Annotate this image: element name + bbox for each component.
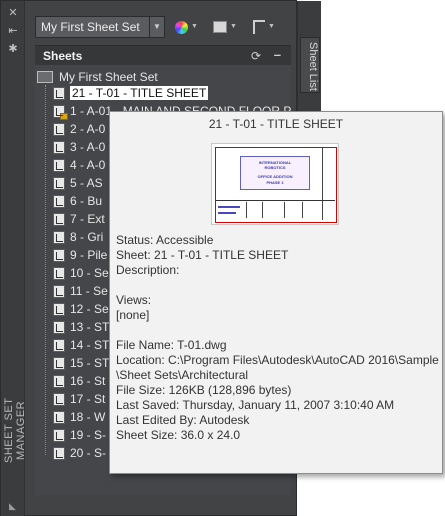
properties-icon[interactable]: ✱ bbox=[6, 43, 20, 55]
plot-button[interactable]: ▼ bbox=[213, 19, 237, 35]
tree-item-label: 19 - S- bbox=[70, 428, 107, 442]
sheet-icon bbox=[53, 338, 65, 352]
tooltip-location-line-1: Location: C:\Program Files\Autodesk\Auto… bbox=[116, 353, 439, 367]
auto-hide-icon[interactable]: ⇤ bbox=[6, 25, 20, 37]
resize-grip-icon[interactable]: ◣ bbox=[9, 501, 16, 512]
refresh-icon[interactable]: ⟳ bbox=[251, 49, 261, 63]
palette-title: SHEET SET MANAGER bbox=[3, 397, 27, 463]
tree-item-sheet[interactable]: 21 - T-01 - TITLE SHEET bbox=[53, 85, 289, 101]
tooltip-sheet-size: Sheet Size: 36.0 x 24.0 bbox=[116, 428, 241, 442]
tree-item-label: 4 - A-0 bbox=[70, 158, 106, 172]
thumbnail-detail-line bbox=[218, 206, 240, 208]
tooltip-views-label: Views: bbox=[116, 293, 152, 307]
close-icon[interactable]: ✕ bbox=[6, 7, 20, 19]
tree-item-label: 15 - ST bbox=[70, 356, 110, 370]
sheet-icon bbox=[53, 428, 65, 442]
sheet-preview-thumbnail: INTERNATIONAL ROBOTICS OFFICE ADDITION P… bbox=[211, 143, 339, 225]
sheet-icon bbox=[53, 248, 65, 262]
tooltip-title: 21 - T-01 - TITLE SHEET bbox=[208, 117, 344, 131]
tab-sheet-list[interactable]: Sheet List bbox=[300, 37, 320, 93]
sheet-icon bbox=[53, 374, 65, 388]
thumbnail-cell bbox=[302, 202, 303, 218]
sheet-selections-button[interactable]: ▼ bbox=[253, 19, 275, 35]
sheets-section-header: Sheets ⟳ – bbox=[35, 45, 291, 65]
thumbnail-title-block: INTERNATIONAL ROBOTICS OFFICE ADDITION P… bbox=[240, 156, 310, 190]
thumbnail-text-3: OFFICE ADDITION bbox=[257, 174, 293, 179]
chevron-down-icon: ▼ bbox=[230, 23, 237, 31]
sheets-title: Sheets bbox=[43, 49, 83, 63]
sheet-details-tooltip: 21 - T-01 - TITLE SHEET INTERNATIONAL RO… bbox=[109, 111, 443, 474]
chevron-down-icon[interactable]: ▼ bbox=[149, 17, 164, 37]
palette-title-strip[interactable]: ✕ ⇤ ✱ SHEET SET MANAGER ◣ bbox=[1, 1, 27, 516]
sheet-icon bbox=[53, 86, 65, 100]
tooltip-location-line-2: \Sheet Sets\Architectural bbox=[116, 368, 249, 382]
sheet-set-icon bbox=[37, 71, 53, 83]
sheet-set-select-value: My First Sheet Set bbox=[41, 20, 140, 34]
tooltip-last-saved: Last Saved: Thursday, January 11, 2007 3… bbox=[116, 398, 395, 412]
tree-item-label: 13 - ST bbox=[70, 320, 110, 334]
tree-item-label: 10 - Se bbox=[70, 266, 109, 280]
printer-icon bbox=[213, 21, 227, 34]
sheet-icon bbox=[53, 122, 65, 136]
tree-root-sheet-set[interactable]: My First Sheet Set bbox=[37, 69, 158, 85]
tooltip-sheet: Sheet: 21 - T-01 - TITLE SHEET bbox=[116, 248, 289, 262]
tree-item-label: 3 - A-0 bbox=[70, 140, 106, 154]
publish-button[interactable]: ▼ bbox=[175, 19, 198, 35]
sheet-icon bbox=[53, 158, 65, 172]
thumbnail-text-4: PHASE 1 bbox=[266, 180, 284, 185]
tree-item-label: 5 - AS bbox=[70, 176, 103, 190]
palette-tab-strip: Sheet List bbox=[297, 1, 321, 111]
tree-item-label: 18 - W bbox=[70, 410, 106, 424]
tree-item-label: 21 - T-01 - TITLE SHEET bbox=[70, 86, 209, 100]
tree-item-label: 16 - St bbox=[70, 374, 106, 388]
chevron-down-icon: ▼ bbox=[268, 23, 275, 31]
thumbnail-cell bbox=[246, 202, 247, 218]
sheet-icon bbox=[53, 410, 65, 424]
collapse-icon[interactable]: – bbox=[274, 47, 281, 62]
palette-toolbar: My First Sheet Set ▼ ▼ ▼ ▼ bbox=[31, 13, 293, 41]
tree-guide-lines bbox=[45, 85, 46, 455]
tooltip-last-edited-by: Last Edited By: Autodesk bbox=[116, 413, 250, 427]
thumbnail-detail-line bbox=[218, 212, 236, 214]
tree-item-label: 12 - Se bbox=[70, 302, 109, 316]
tree-item-label: 8 - Gri bbox=[70, 230, 104, 244]
tree-item-label: 17 - St bbox=[70, 392, 106, 406]
tree-item-label: 2 - A-0 bbox=[70, 122, 106, 136]
tree-item-label: 9 - Pile bbox=[70, 248, 108, 262]
sheet-icon bbox=[53, 212, 65, 226]
locked-sheet-icon bbox=[53, 104, 68, 120]
sheet-icon bbox=[53, 284, 65, 298]
sheet-icon bbox=[53, 446, 65, 460]
thumbnail-text-2: ROBOTICS bbox=[264, 165, 286, 170]
tooltip-description: Description: bbox=[116, 263, 180, 277]
sheet-icon bbox=[53, 392, 65, 406]
sheet-icon bbox=[53, 356, 65, 370]
sheet-icon bbox=[53, 230, 65, 244]
tree-item-label: 14 - ST bbox=[70, 338, 110, 352]
sheet-icon bbox=[53, 194, 65, 208]
tree-root-label: My First Sheet Set bbox=[59, 70, 158, 84]
tooltip-status: Status: Accessible bbox=[116, 233, 214, 247]
thumbnail-bottom-band bbox=[215, 200, 335, 220]
tree-item-label: 20 - S- bbox=[70, 446, 107, 460]
sheet-icon bbox=[53, 302, 65, 316]
thumbnail-cell bbox=[284, 202, 285, 218]
tree-item-label: 7 - Ext bbox=[70, 212, 105, 226]
tooltip-file-name: File Name: T-01.dwg bbox=[116, 338, 227, 352]
tree-item-label: 11 - Se bbox=[70, 284, 108, 298]
tree-item-label: 6 - Bu bbox=[70, 194, 103, 208]
color-wheel-icon bbox=[175, 20, 188, 34]
chevron-down-icon: ▼ bbox=[191, 23, 198, 31]
tooltip-views-value: [none] bbox=[116, 308, 150, 322]
tooltip-file-size: File Size: 126KB (128,896 bytes) bbox=[116, 383, 292, 397]
sheet-icon bbox=[53, 266, 65, 280]
sheet-icon bbox=[53, 176, 65, 190]
sheet-set-select[interactable]: My First Sheet Set ▼ bbox=[35, 16, 165, 38]
sheet-icon bbox=[53, 320, 65, 334]
thumbnail-cell bbox=[262, 202, 263, 218]
sheet-icon bbox=[53, 140, 65, 154]
tree-view-icon bbox=[253, 20, 265, 35]
